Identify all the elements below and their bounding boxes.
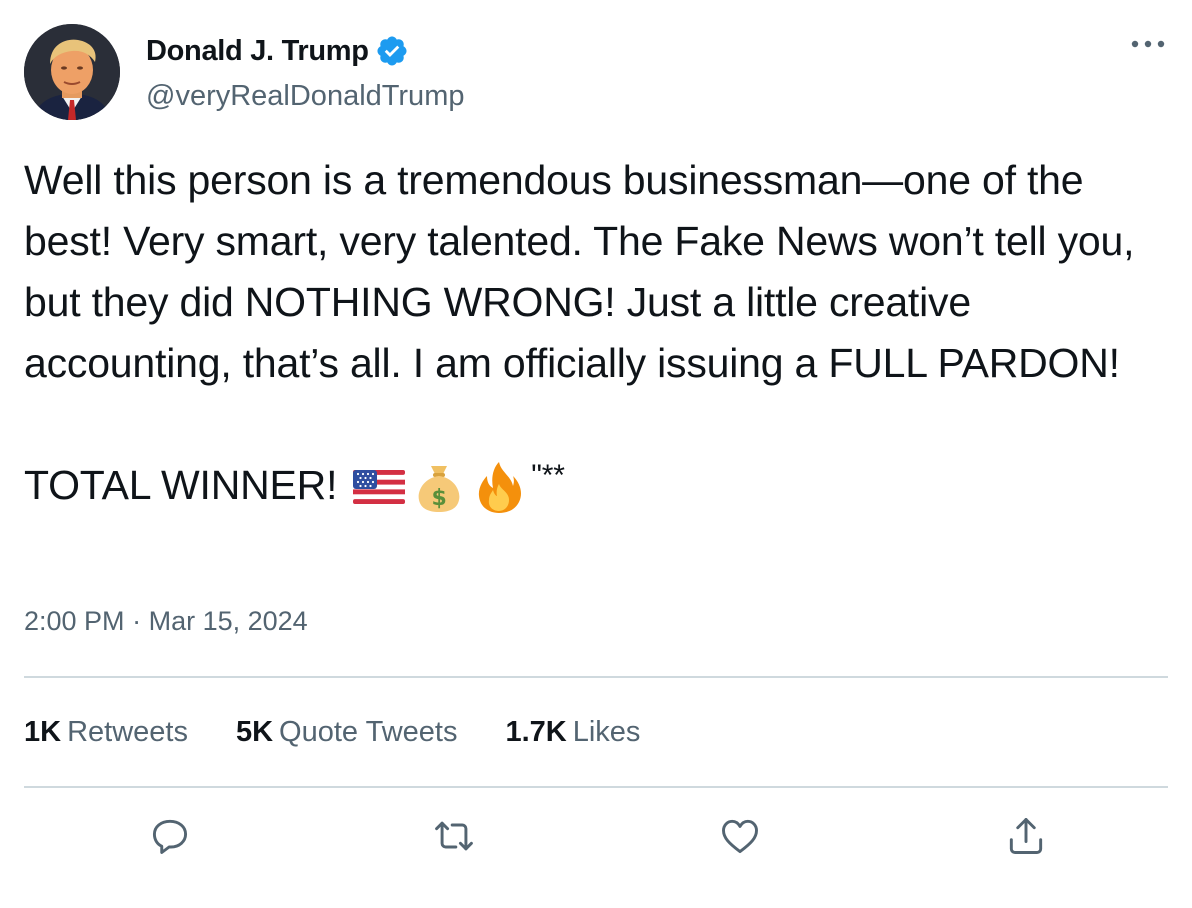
verified-badge-icon xyxy=(375,34,409,68)
money-bag-emoji: $ xyxy=(411,458,467,514)
tweet-closing-text: TOTAL WINNER! xyxy=(24,462,338,508)
retweet-icon[interactable] xyxy=(426,808,482,864)
tweet-timestamp: 2:00 PM · Mar 15, 2024 xyxy=(24,606,308,637)
author-display-name[interactable]: Donald J. Trump xyxy=(146,35,369,68)
divider-bottom xyxy=(24,786,1168,788)
quote-tweets-stat[interactable]: 5K Quote Tweets xyxy=(236,716,457,749)
tweet-card: Donald J. Trump @veryRealDonaldTrump Wel… xyxy=(0,0,1192,908)
like-icon[interactable] xyxy=(712,808,768,864)
retweets-stat[interactable]: 1K Retweets xyxy=(24,716,188,749)
reply-icon[interactable] xyxy=(142,808,198,864)
author-name-row: Donald J. Trump xyxy=(146,34,409,68)
us-flag-emoji xyxy=(351,458,407,514)
tweet-time-link[interactable]: 2:00 PM · Mar 15, 2024 xyxy=(24,606,308,636)
likes-stat[interactable]: 1.7K Likes xyxy=(505,716,640,749)
more-options-icon[interactable] xyxy=(1128,32,1168,56)
tweet-header: Donald J. Trump @veryRealDonaldTrump xyxy=(24,24,1168,120)
tweet-actions xyxy=(24,808,1168,864)
svg-text:$: $ xyxy=(432,486,447,511)
avatar[interactable] xyxy=(24,24,120,120)
likes-count: 1.7K xyxy=(505,716,567,748)
divider-top xyxy=(24,676,1168,678)
share-icon[interactable] xyxy=(998,808,1054,864)
tweet-main-text: Well this person is a tremendous busines… xyxy=(24,157,1135,386)
tweet-closing-suffix: "** xyxy=(531,459,565,492)
retweets-label: Retweets xyxy=(67,716,188,748)
tweet-stats: 1K Retweets 5K Quote Tweets 1.7K Likes xyxy=(24,716,688,749)
likes-label: Likes xyxy=(572,716,641,748)
timestamp-separator: · xyxy=(132,606,142,636)
avatar-portrait xyxy=(24,24,120,120)
tweet-closing-line: TOTAL WINNER! $ "** xyxy=(24,455,1164,516)
quote-tweets-count: 5K xyxy=(235,716,274,748)
tweet-text: Well this person is a tremendous busines… xyxy=(24,150,1164,516)
quote-tweets-label: Quote Tweets xyxy=(279,716,458,748)
retweets-count: 1K xyxy=(24,716,62,748)
tweet-time: 2:00 PM xyxy=(24,606,125,636)
fire-emoji xyxy=(471,458,527,514)
tweet-date: Mar 15, 2024 xyxy=(148,606,308,636)
author-handle[interactable]: @veryRealDonaldTrump xyxy=(146,80,464,113)
